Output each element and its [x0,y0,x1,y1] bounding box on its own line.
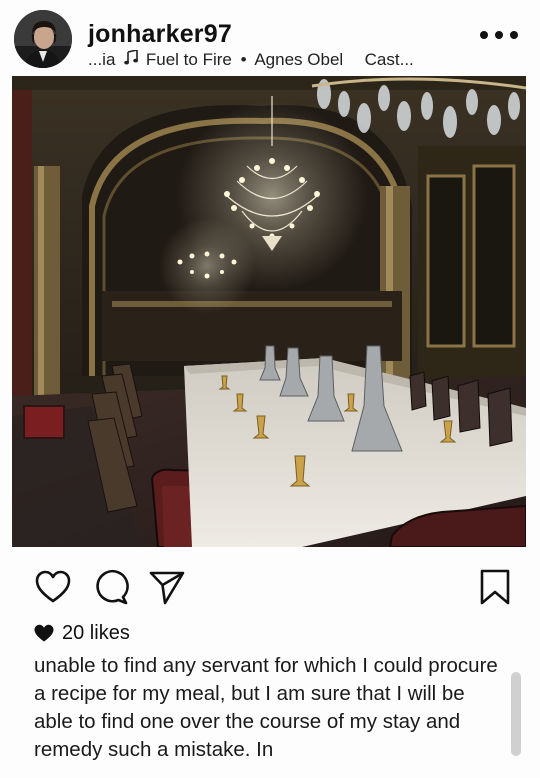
artist-name: Agnes Obel [254,50,344,69]
more-options-button[interactable] [480,26,518,44]
username[interactable]: jonharker97 [88,20,232,49]
heart-filled-icon [34,624,54,642]
avatar-image [14,10,72,68]
post-caption: unable to find any servant for which I c… [34,652,508,778]
post-subtitle[interactable]: ...ia Fuel to Fire • Agnes Obel Cast... [88,49,414,70]
comment-bubble-icon[interactable] [92,568,130,606]
heart-outline-icon[interactable] [34,568,72,606]
separator-dot: • [240,50,247,69]
music-note-icon [124,49,139,70]
song-title: Fuel to Fire [145,50,232,69]
post-actions [0,560,540,612]
post-header: jonharker97 ...ia Fuel to Fire • Agnes O… [0,0,540,76]
paper-plane-icon[interactable] [148,568,186,606]
subtitle-prefix: ...ia [88,50,116,69]
dining-hall-image [12,76,526,547]
bookmark-icon[interactable] [476,568,514,606]
likes-count[interactable]: 20 likes [34,621,130,645]
avatar[interactable] [14,10,72,68]
caption-scrollbar[interactable] [511,672,521,756]
likes-text: 20 likes [62,621,130,644]
caption-text: unable to find any servant for which I c… [34,654,498,761]
more-horizontal-icon [480,31,488,39]
post-photo[interactable] [12,76,526,547]
subtitle-trailing: Cast... [364,50,414,69]
